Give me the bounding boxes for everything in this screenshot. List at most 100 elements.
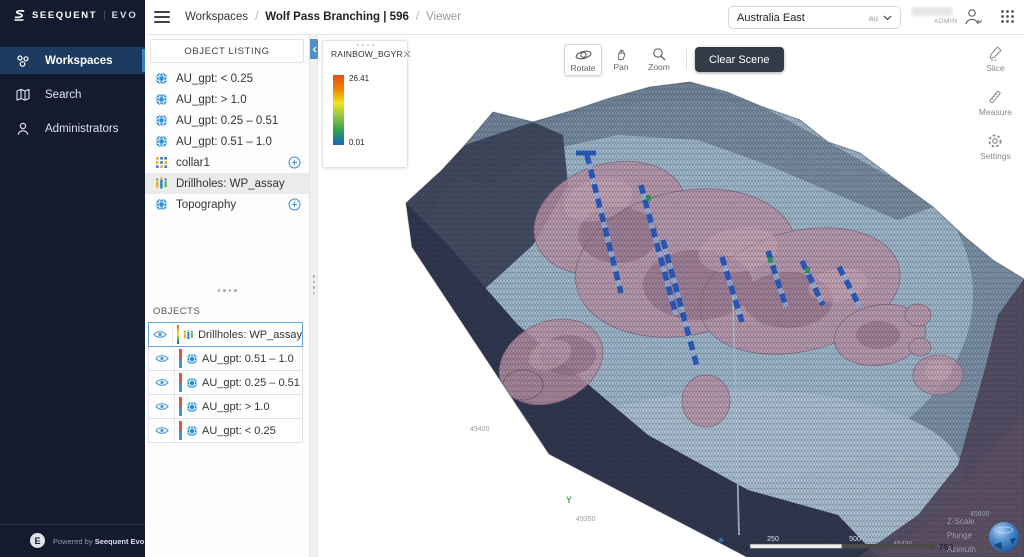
chevron-left-icon [312, 46, 317, 53]
svg-text:250: 250 [767, 536, 779, 543]
brand-name: SEEQUENT [32, 10, 97, 21]
svg-text:49350: 49350 [576, 516, 596, 523]
chevron-down-icon [883, 15, 892, 21]
slice-icon [987, 45, 1003, 61]
breadcrumb-separator: / [255, 11, 258, 23]
mesh-sphere-icon [186, 353, 198, 365]
list-item-au-051-10[interactable]: AU_gpt: 0.51 – 1.0 [145, 131, 309, 152]
list-item-label: AU_gpt: 0.25 – 0.51 [176, 115, 301, 127]
colormap-legend-panel[interactable]: RAINBOW_BGYR 26.41 0.01 [322, 40, 408, 168]
measure-tool-button[interactable]: Measure [979, 89, 1012, 117]
panel-resize-handle[interactable] [145, 289, 309, 292]
visibility-eye-icon[interactable] [149, 323, 173, 346]
zoom-label: Zoom [648, 62, 670, 72]
settings-label: Settings [980, 151, 1011, 161]
breadcrumb-viewer: Viewer [426, 11, 461, 23]
svg-text:500: 500 [849, 536, 861, 543]
list-item-drillholes[interactable]: Drillholes: WP_assay [145, 173, 309, 194]
object-row-au-051-10[interactable]: AU_gpt: 0.51 – 1.0 [148, 346, 303, 371]
evo-badge: E [30, 533, 45, 548]
orientation-globe[interactable] [989, 522, 1019, 552]
user-menu[interactable] [962, 7, 984, 27]
drillholes-icon [155, 177, 168, 190]
toolbar-divider [686, 49, 687, 69]
viewer-toolbar: Rotate Pan Zoom Clear Scene [564, 44, 784, 76]
colormap-strip [179, 421, 182, 440]
object-row-au-gt-10[interactable]: AU_gpt: > 1.0 [148, 394, 303, 419]
add-to-scene-icon[interactable] [288, 198, 301, 211]
sidebar: SEEQUENT | EVO Workspaces Search [0, 0, 145, 557]
objects-list: Drillholes: WP_assay AU_gpt: 0.51 – 1.0 [148, 323, 303, 443]
user-name-redacted [911, 7, 953, 16]
object-row-label: AU_gpt: > 1.0 [202, 401, 270, 413]
mesh-sphere-icon [186, 401, 198, 413]
list-item-au-gt-10[interactable]: AU_gpt: > 1.0 [145, 89, 309, 110]
colormap-strip [177, 325, 180, 344]
add-to-scene-icon[interactable] [288, 156, 301, 169]
top-header: Workspaces / Wolf Pass Branching | 596 /… [145, 0, 1024, 35]
clear-scene-button[interactable]: Clear Scene [695, 47, 784, 72]
list-item-label: collar1 [176, 157, 280, 169]
colormap-strip [179, 373, 182, 392]
list-item-collar1[interactable]: collar1 [145, 152, 309, 173]
sidebar-nav: Workspaces Search Administrators [0, 47, 145, 149]
splitter-drag-handle[interactable] [313, 275, 316, 294]
object-listing-panel: OBJECT LISTING AU_gpt: < 0.25 AU_gpt: > … [145, 35, 310, 557]
object-row-label: AU_gpt: 0.25 – 0.51 [202, 377, 300, 389]
legend-min-value: 0.01 [349, 138, 365, 147]
pan-tool-button[interactable]: Pan [602, 44, 640, 74]
list-item-au-025-051[interactable]: AU_gpt: 0.25 – 0.51 [145, 110, 309, 131]
collapse-panel-button[interactable] [310, 39, 318, 59]
object-listing-list: AU_gpt: < 0.25 AU_gpt: > 1.0 AU_gpt: 0.2… [145, 68, 309, 215]
powered-by-text: Powered by Seequent Evo [53, 537, 144, 546]
legend-gradient-bar [333, 75, 344, 145]
list-item-au-lt-025[interactable]: AU_gpt: < 0.25 [145, 68, 309, 89]
rotate-tool-button[interactable]: Rotate [564, 44, 602, 76]
object-row-au-lt-025[interactable]: AU_gpt: < 0.25 [148, 418, 303, 443]
breadcrumb-workspaces[interactable]: Workspaces [185, 11, 248, 23]
sidebar-item-label: Search [45, 89, 81, 101]
legend-title: RAINBOW_BGYR [331, 49, 403, 59]
viewport-3d: 49400 49350 45600 45430 Y 250 500 750 Z-… [318, 35, 1024, 557]
svg-text:Z-Scale: Z-Scale [947, 517, 975, 526]
mesh-sphere-icon [155, 114, 168, 127]
rotate-label: Rotate [570, 63, 595, 73]
sidebar-item-search[interactable]: Search [0, 81, 145, 108]
list-item-label: AU_gpt: < 0.25 [176, 73, 301, 85]
list-item-label: AU_gpt: > 1.0 [176, 94, 301, 106]
sidebar-item-label: Administrators [45, 123, 119, 135]
list-item-label: Topography [176, 199, 280, 211]
visibility-eye-icon[interactable] [149, 419, 175, 442]
legend-close-icon[interactable] [403, 50, 411, 58]
list-item-topography[interactable]: Topography [145, 194, 309, 215]
region-value: Australia East [737, 12, 805, 24]
menu-hamburger-icon[interactable] [154, 11, 170, 23]
object-row-drillholes[interactable]: Drillholes: WP_assay [148, 322, 303, 347]
object-listing-header: OBJECT LISTING [150, 39, 304, 63]
svg-text:Plunge: Plunge [947, 531, 972, 540]
pan-hand-icon [614, 47, 629, 61]
object-row-au-025-051[interactable]: AU_gpt: 0.25 – 0.51 [148, 370, 303, 395]
sidebar-item-administrators[interactable]: Administrators [0, 115, 145, 142]
svg-text:39: 39 [981, 545, 990, 554]
slice-tool-button[interactable]: Slice [986, 45, 1004, 73]
3d-scene[interactable]: 49400 49350 45600 45430 Y 250 500 750 Z-… [318, 35, 1024, 557]
breadcrumb-workspace-name[interactable]: Wolf Pass Branching | 596 [265, 11, 409, 23]
measure-ruler-icon [987, 89, 1003, 105]
sidebar-item-workspaces[interactable]: Workspaces [0, 47, 145, 74]
sidebar-item-label: Workspaces [45, 55, 113, 67]
app-grid-icon[interactable] [1000, 9, 1015, 29]
object-row-label: Drillholes: WP_assay [198, 329, 302, 341]
visibility-eye-icon[interactable] [149, 395, 175, 418]
panel-splitter[interactable] [310, 35, 318, 557]
region-code: au [869, 13, 878, 23]
list-item-label: AU_gpt: 0.51 – 1.0 [176, 136, 301, 148]
measure-label: Measure [979, 107, 1012, 117]
zoom-tool-button[interactable]: Zoom [640, 44, 678, 74]
settings-tool-button[interactable]: Settings [980, 133, 1011, 161]
region-selector[interactable]: Australia East au [728, 6, 901, 29]
visibility-eye-icon[interactable] [149, 347, 175, 370]
svg-text:1: 1 [986, 517, 991, 526]
object-row-label: AU_gpt: < 0.25 [202, 425, 276, 437]
visibility-eye-icon[interactable] [149, 371, 175, 394]
